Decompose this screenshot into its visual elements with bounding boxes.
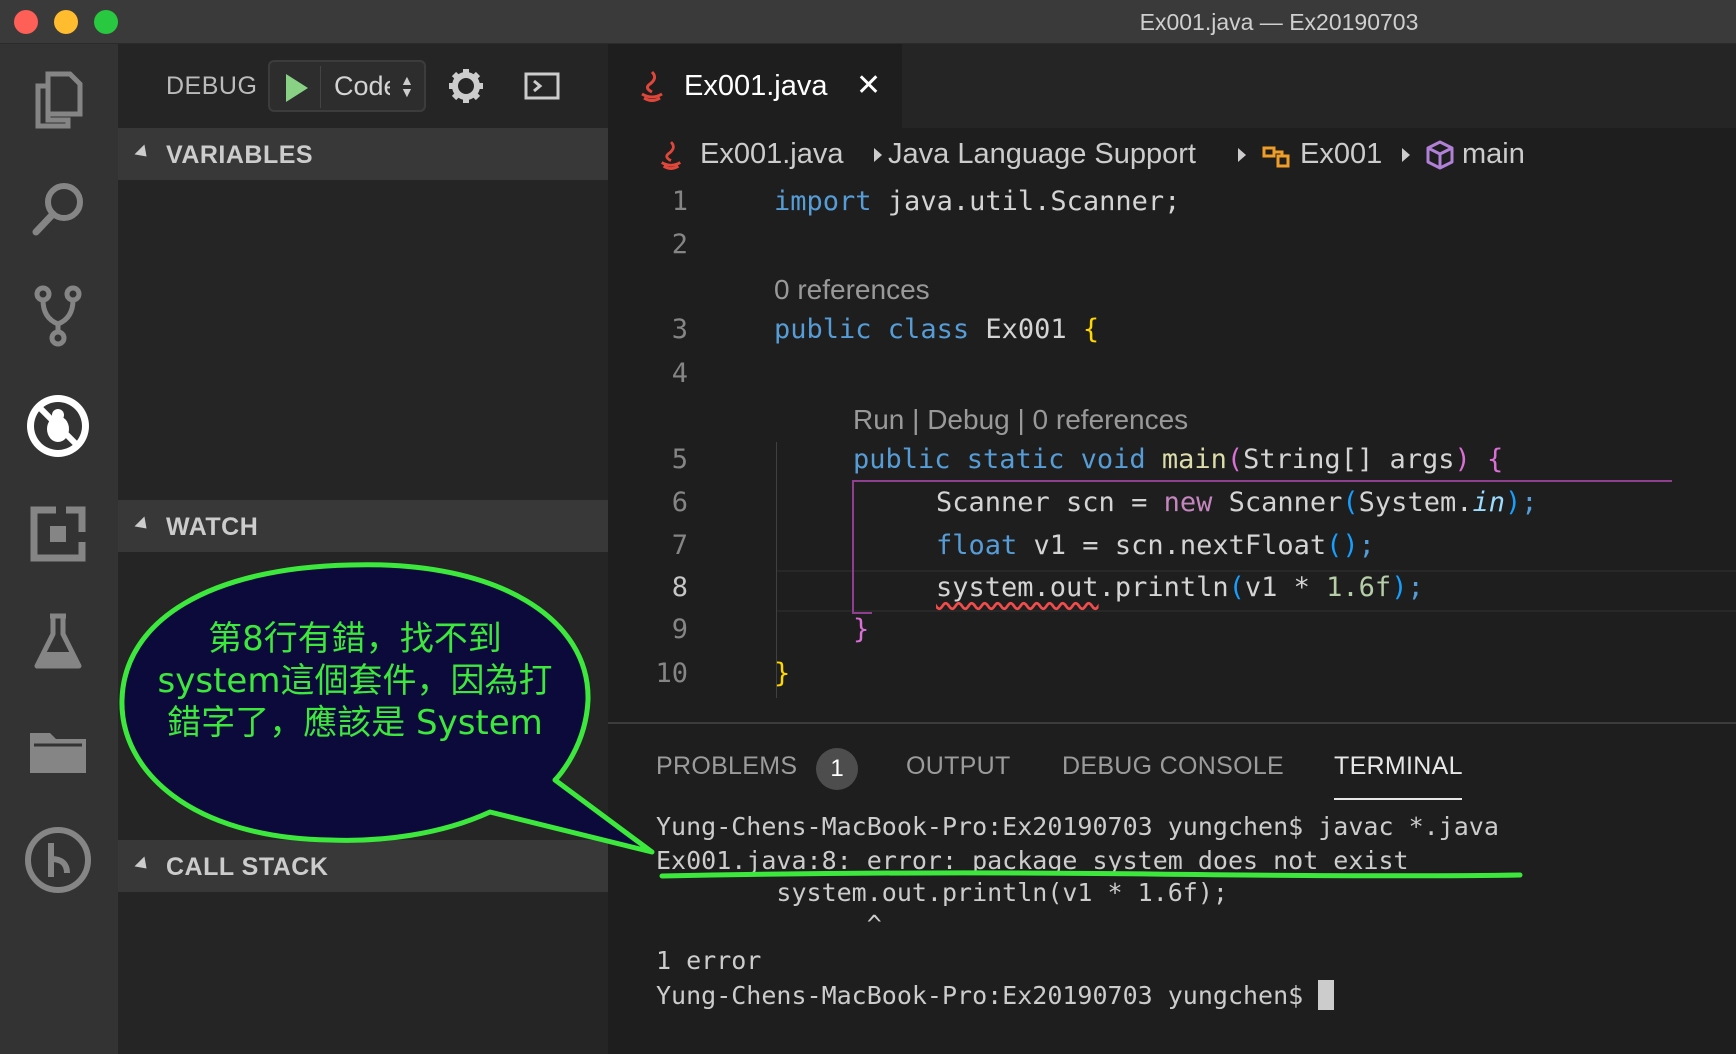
- line-number: 10: [655, 658, 688, 689]
- start-debugging-button[interactable]: [278, 70, 314, 106]
- line-number: 7: [671, 530, 688, 561]
- debug-console-icon[interactable]: [522, 68, 562, 104]
- extensions-icon[interactable]: [22, 498, 94, 570]
- title-bar: Ex001.java — Ex20190703: [0, 0, 1736, 44]
- debug-icon[interactable]: [22, 390, 94, 462]
- code-line-10: }: [774, 658, 791, 689]
- tab-terminal[interactable]: TERMINAL: [1334, 752, 1463, 781]
- debug-label: DEBUG: [166, 72, 258, 100]
- problems-count-badge: 1: [816, 748, 858, 790]
- launch-config-selector[interactable]: Code ▲▼: [268, 60, 426, 112]
- tab-debug-console[interactable]: DEBUG CONSOLE: [1062, 752, 1284, 781]
- window-title: Ex001.java — Ex20190703: [1139, 9, 1419, 35]
- activity-bar: [0, 44, 118, 1054]
- collapse-icon: [134, 516, 152, 534]
- debug-sidebar: DEBUG Code ▲▼ VARIABLES WATCH CALL STACK: [118, 44, 608, 1054]
- gear-icon[interactable]: [446, 66, 486, 106]
- terminal-line: Yung-Chens-MacBook-Pro:Ex20190703 yungch…: [656, 812, 1499, 841]
- annotation-text: 第8行有錯，找不到 system這個套件，因為打 錯字了，應該是 System: [140, 618, 570, 744]
- line-number: 6: [671, 487, 688, 518]
- code-line-5: public static void main(String[] args) {: [853, 444, 1504, 475]
- test-flask-icon[interactable]: [22, 606, 94, 678]
- search-icon[interactable]: [22, 172, 94, 244]
- annotation-line: 第8行有錯，找不到: [208, 619, 502, 659]
- launch-config-value[interactable]: Code: [334, 71, 390, 103]
- code-editor[interactable]: 1 2 3 4 5 6 7 8 9 10 import java.util.Sc…: [608, 44, 1736, 722]
- source-control-icon[interactable]: [22, 280, 94, 352]
- watch-section-header[interactable]: WATCH: [118, 500, 608, 552]
- line-number: 5: [671, 444, 688, 475]
- line-number: 4: [671, 358, 688, 389]
- line-number: 9: [671, 614, 688, 645]
- code-line-6: Scanner scn = new Scanner(System.in);: [936, 487, 1538, 518]
- error-token: system.out: [936, 572, 1099, 603]
- code-line-3: public class Ex001 {: [774, 314, 1100, 345]
- code-line-1: import java.util.Scanner;: [774, 186, 1181, 217]
- code-line-8: system.out.println(v1 * 1.6f);: [936, 572, 1424, 603]
- git-graph-icon[interactable]: [22, 824, 94, 896]
- code-line-7: float v1 = scn.nextFloat();: [936, 530, 1375, 561]
- collapse-icon: [134, 144, 152, 162]
- line-number: 3: [671, 314, 688, 345]
- folder-icon[interactable]: [22, 714, 94, 786]
- code-line-9: }: [853, 614, 870, 645]
- watch-label: WATCH: [166, 513, 259, 541]
- active-tab-indicator: [1334, 798, 1462, 800]
- terminal-line: ^: [656, 910, 882, 939]
- terminal-cursor: [1318, 980, 1335, 1010]
- tab-problems[interactable]: PROBLEMS: [656, 752, 797, 781]
- line-number: 1: [671, 186, 688, 217]
- variables-section-header[interactable]: VARIABLES: [118, 128, 608, 180]
- terminal-line: Ex001.java:8: error: package system does…: [656, 846, 1409, 875]
- collapse-icon: [134, 856, 152, 874]
- terminal-line: 1 error: [656, 946, 762, 975]
- debug-toolbar: DEBUG Code ▲▼: [118, 44, 608, 128]
- variables-label: VARIABLES: [166, 141, 314, 169]
- select-arrows-icon: ▲ ▼: [400, 72, 414, 100]
- launch-separator: [320, 66, 321, 108]
- terminal-line: system.out.println(v1 * 1.6f);: [656, 878, 1228, 907]
- call-stack-label: CALL STACK: [166, 853, 329, 881]
- line-number: 2: [671, 229, 688, 260]
- play-icon: [286, 74, 308, 102]
- tab-output[interactable]: OUTPUT: [906, 752, 1011, 781]
- line-number: 8: [671, 572, 688, 603]
- bracket-scope-top: [852, 480, 1672, 482]
- terminal-prompt[interactable]: Yung-Chens-MacBook-Pro:Ex20190703 yungch…: [656, 980, 1335, 1010]
- bracket-scope-indicator: [852, 482, 872, 614]
- explorer-icon[interactable]: [22, 64, 94, 136]
- codelens-run-debug[interactable]: Run | Debug | 0 references: [853, 404, 1188, 436]
- editor-area: Ex001.java ✕ Ex001.java Java Language Su…: [608, 44, 1736, 722]
- codelens-class-references[interactable]: 0 references: [774, 274, 930, 306]
- annotation-line: 錯字了，應該是 System: [167, 703, 543, 743]
- bottom-panel: PROBLEMS 1 OUTPUT DEBUG CONSOLE TERMINAL…: [608, 722, 1736, 1054]
- call-stack-section-header[interactable]: CALL STACK: [118, 840, 608, 892]
- annotation-line: system這個套件，因為打: [157, 661, 553, 701]
